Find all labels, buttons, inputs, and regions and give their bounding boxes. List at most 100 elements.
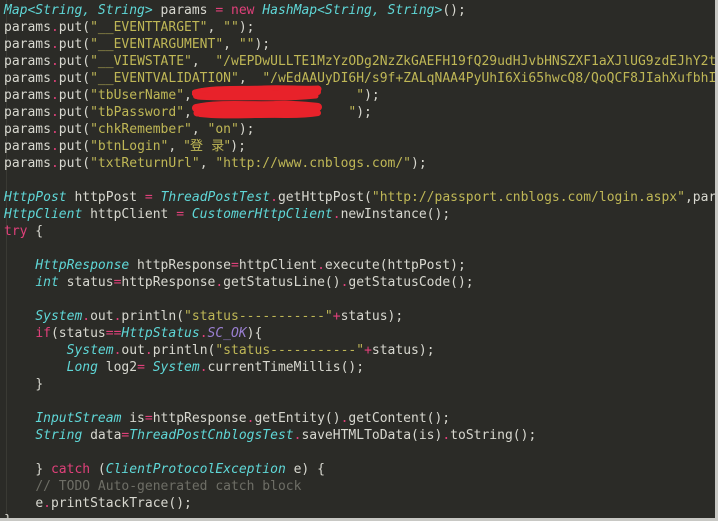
code-token: ,	[223, 37, 239, 52]
code-token: params	[4, 156, 51, 171]
code-token: "txtReturnUrl"	[90, 156, 200, 171]
code-token: +	[364, 343, 372, 358]
code-token: ""	[238, 37, 255, 52]
code-token: HttpPost	[4, 190, 67, 205]
code-token: saveHTMLToData(is)	[301, 428, 443, 443]
code-token: status);	[371, 343, 435, 358]
code-token: getEntity()	[254, 411, 341, 426]
code-token: put(	[58, 105, 91, 120]
code-token: .	[199, 360, 208, 375]
code-token: <String, String>	[27, 3, 153, 18]
code-token: "	[356, 88, 365, 103]
code-token: (	[90, 462, 106, 477]
code-token: new	[231, 3, 255, 18]
code-token: newInstance();	[340, 207, 451, 222]
code-editor-surface[interactable]: Map<String, String> params = new HashMap…	[0, 0, 715, 518]
code-token: .	[442, 428, 451, 443]
code-token: params	[152, 3, 216, 18]
code-token: String	[35, 428, 83, 443]
code-token: );	[411, 156, 427, 171]
code-token: );	[230, 139, 246, 154]
code-token: httpResponse	[121, 275, 216, 290]
code-token: =	[144, 411, 153, 426]
code-token: put(	[58, 20, 91, 35]
code-token: );	[238, 20, 255, 35]
code-token: CustomerHttpClient	[191, 207, 333, 222]
source-code-block[interactable]: Map<String, String> params = new HashMap…	[0, 0, 715, 518]
code-line: HttpClient httpClient = CustomerHttpClie…	[0, 206, 715, 223]
code-token: "tbUserName"	[90, 88, 185, 103]
code-token: ,	[168, 139, 185, 154]
code-token: try	[4, 224, 28, 239]
code-line: }	[0, 376, 715, 393]
code-token: ();	[442, 3, 466, 18]
code-token: .	[144, 343, 153, 358]
code-line: try {	[0, 223, 715, 240]
code-token: "__EVENTARGUMENT"	[90, 37, 224, 52]
code-line: } catch (ClientProtocolException e) {	[0, 461, 715, 478]
code-token: ""	[223, 20, 239, 35]
code-token: println(	[152, 343, 216, 358]
code-token: ThreadPostTest	[160, 190, 271, 205]
code-token: ==	[105, 326, 122, 341]
code-token: httpResponse	[129, 258, 231, 273]
code-token: HttpStatus	[121, 326, 200, 341]
code-token: .	[50, 156, 59, 171]
code-token: Long	[66, 360, 98, 375]
code-token: "http://passport.cnblogs.com/login.aspx"	[371, 190, 685, 205]
code-token: =	[137, 360, 145, 375]
code-token: ThreadPostCnblogsTest	[129, 428, 294, 443]
code-token: .	[50, 54, 59, 69]
code-token: put(	[58, 139, 91, 154]
code-token: "	[199, 105, 208, 120]
code-token: +	[332, 309, 341, 324]
code-token: "/wEPDwULLTE1MzYzODg2NzZkGAEFH19fQ29udHJ…	[215, 54, 715, 69]
code-token: );	[364, 88, 380, 103]
code-token: System	[66, 343, 114, 358]
code-line: params.put("__EVENTARGUMENT", "");	[0, 36, 715, 53]
code-token: ,	[207, 20, 224, 35]
code-token: params	[4, 88, 51, 103]
code-token: .	[50, 122, 59, 137]
code-token: put(	[58, 54, 91, 69]
code-token: currentTimeMillis();	[207, 360, 365, 375]
code-token: getHttpPost(	[277, 190, 372, 205]
code-token: println(	[121, 309, 185, 324]
code-token: HashMap<String, String>	[262, 3, 443, 18]
code-screenshot: Map<String, String> params = new HashMap…	[0, 0, 718, 521]
code-token: params	[4, 105, 51, 120]
code-token: .	[50, 105, 59, 120]
code-line: }	[0, 512, 715, 518]
code-token: e	[35, 496, 44, 511]
code-token: );	[254, 37, 271, 52]
code-line: params.put("__EVENTTARGET", "");	[0, 19, 715, 36]
code-token: ,	[191, 54, 216, 69]
code-token: "tbPassword"	[90, 105, 185, 120]
code-token: int	[35, 275, 59, 290]
code-token: params	[4, 71, 51, 86]
code-token: // TODO Auto-generated catch block	[35, 479, 302, 494]
code-token: put(	[58, 122, 91, 137]
code-line: e.printStackTrace();	[0, 495, 715, 512]
code-token: .	[50, 139, 59, 154]
code-line: params.put("__VIEWSTATE", "/wEPDwULLTE1M…	[0, 53, 715, 70]
code-line: Long log2= System.currentTimeMillis();	[0, 359, 715, 376]
code-token: out	[90, 309, 114, 324]
code-token: "btnLogin"	[90, 139, 169, 154]
code-line: params.put("tbPassword", " ");	[0, 104, 715, 121]
code-token: httpClient	[238, 258, 318, 273]
code-line: String data=ThreadPostCnblogsTest.saveHT…	[0, 427, 715, 444]
code-token: HttpClient	[4, 207, 83, 222]
code-token: httpClient	[82, 207, 177, 222]
code-token: status	[58, 275, 114, 290]
code-token: ClientProtocolException	[105, 462, 286, 477]
code-token: "__EVENTVALIDATION"	[90, 71, 239, 86]
code-line: params.put("__EVENTVALIDATION", "/wEdAAU…	[0, 70, 715, 87]
code-token: .	[50, 71, 59, 86]
